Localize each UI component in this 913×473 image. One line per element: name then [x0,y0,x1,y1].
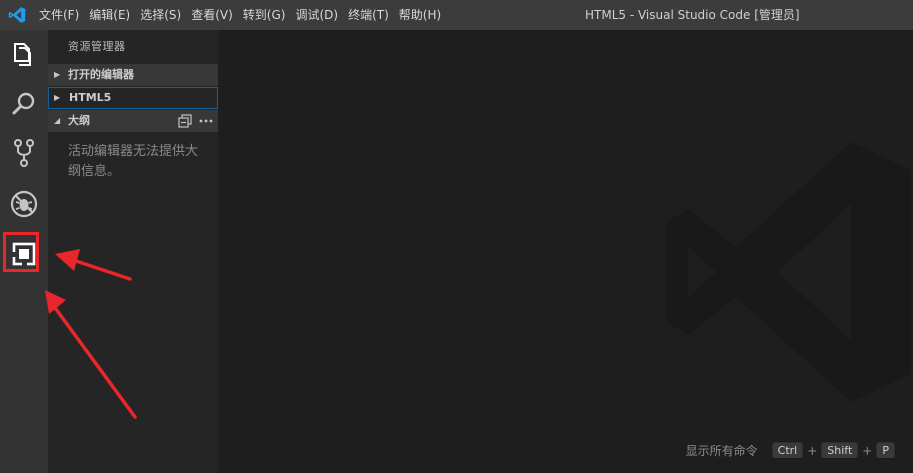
section-label: HTML5 [69,91,112,104]
sidebar-title: 资源管理器 [68,40,126,53]
title-bar: 文件(F) 编辑(E) 选择(S) 查看(V) 转到(G) 调试(D) 终端(T… [0,0,913,30]
annotation-highlight-box [3,232,39,272]
activity-search[interactable] [0,80,48,128]
collapse-all-icon[interactable] [178,114,192,128]
window-title: HTML5 - Visual Studio Code [管理员] [585,8,800,22]
editor-area[interactable]: 显示所有命令 Ctrl + Shift + P [218,30,913,473]
section-outline[interactable]: ◢ 大纲 [48,110,218,132]
debug-icon [10,190,38,218]
menu-terminal[interactable]: 终端(T) [343,0,394,30]
outline-actions [178,110,214,132]
show-all-commands-hint: 显示所有命令 Ctrl + Shift + P [686,442,895,459]
section-label: 大纲 [68,114,90,127]
menu-bar: 文件(F) 编辑(E) 选择(S) 查看(V) 转到(G) 调试(D) 终端(T… [34,0,446,30]
activity-bar [0,30,48,473]
menu-selection[interactable]: 选择(S) [135,0,186,30]
menu-edit[interactable]: 编辑(E) [84,0,135,30]
activity-debug[interactable] [0,180,48,228]
vscode-watermark-icon [666,142,911,402]
collapsed-chevron-icon: ▶ [54,93,61,102]
key-shift: Shift [821,442,859,459]
outline-empty-message: 活动编辑器无法提供大纲信息。 [68,144,199,179]
menu-debug[interactable]: 调试(D) [290,0,343,30]
search-icon [12,92,35,115]
menu-view[interactable]: 查看(V) [186,0,238,30]
menu-file[interactable]: 文件(F) [34,0,84,30]
activity-source-control[interactable] [0,129,48,177]
section-folder-html5[interactable]: ▶ HTML5 [48,87,218,109]
explorer-sidebar: 资源管理器 ▶ 打开的编辑器 ▶ HTML5 ◢ 大纲 活动编辑器无法提供大纲信… [48,30,218,473]
explorer-icon [14,43,31,66]
collapsed-chevron-icon: ▶ [54,70,61,79]
shortcut-label: 显示所有命令 [685,444,758,458]
key-ctrl: Ctrl [771,442,804,459]
key-p: P [876,442,895,459]
source-control-icon [14,139,34,167]
activity-explorer[interactable] [0,30,48,78]
menu-help[interactable]: 帮助(H) [394,0,446,30]
key-plus: + [862,443,873,458]
section-label: 打开的编辑器 [68,68,134,81]
section-open-editors[interactable]: ▶ 打开的编辑器 [48,64,218,86]
key-plus: + [807,443,818,458]
more-actions-icon[interactable] [198,114,214,128]
vscode-logo-icon [0,0,34,30]
expanded-chevron-icon: ◢ [54,116,61,125]
menu-go[interactable]: 转到(G) [238,0,291,30]
